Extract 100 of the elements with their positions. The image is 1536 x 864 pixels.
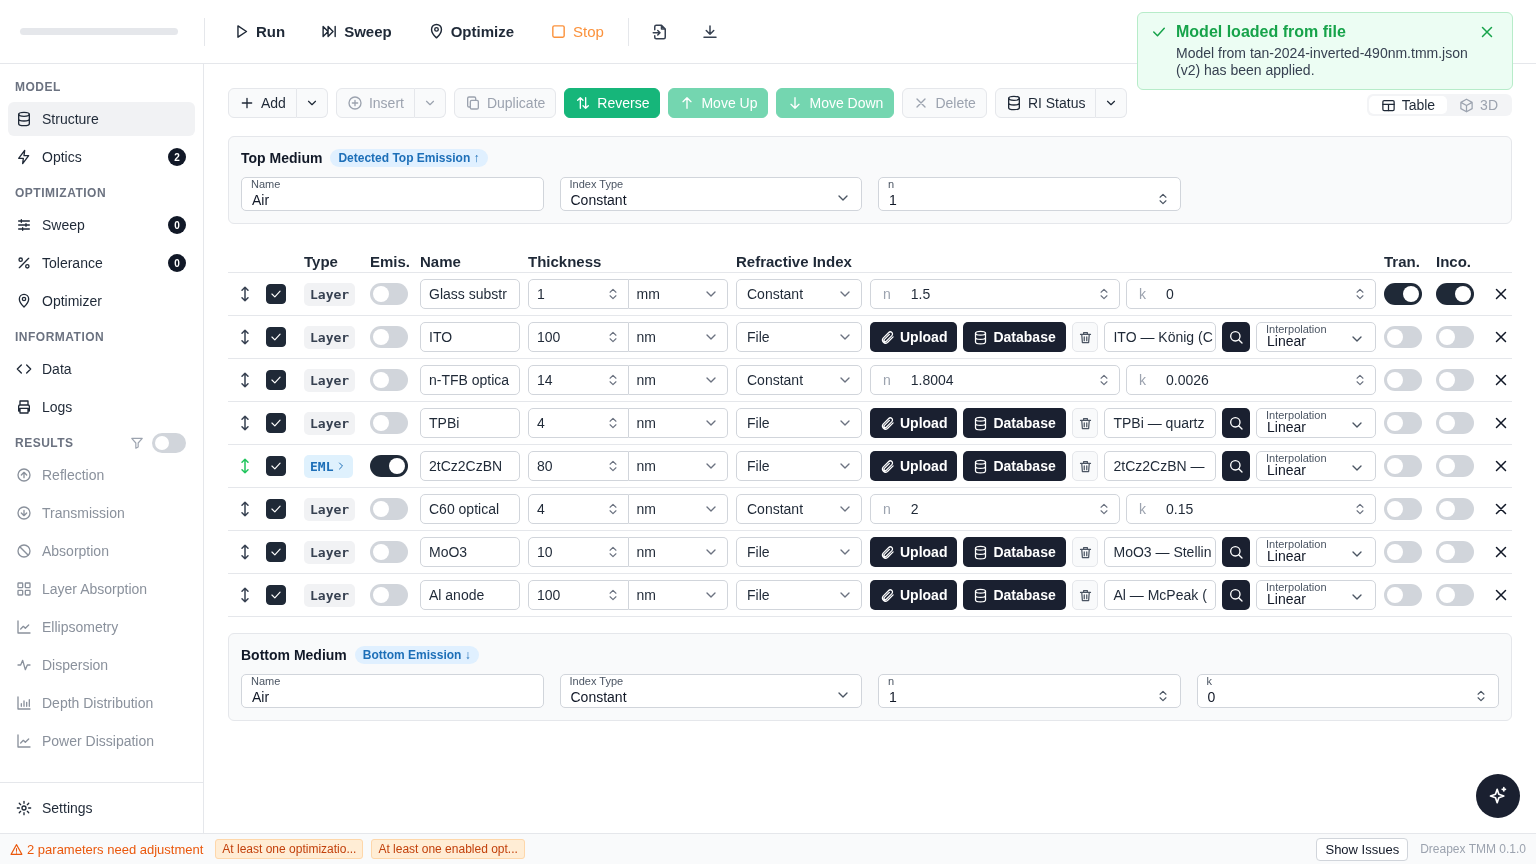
emission-toggle[interactable] <box>370 498 408 520</box>
index-type-select[interactable]: Constant <box>736 494 862 524</box>
thickness-field[interactable]: 100 <box>528 322 629 352</box>
sidebar-item[interactable]: Sweep 0 <box>8 208 195 242</box>
name-field[interactable]: Glass substr <box>420 279 520 309</box>
checkbox[interactable] <box>266 542 286 562</box>
name-field[interactable]: n-TFB optica <box>420 365 520 395</box>
material-field[interactable]: Al — McPeak ( <box>1104 580 1217 610</box>
incoherent-toggle[interactable] <box>1436 584 1474 606</box>
incoherent-toggle[interactable] <box>1436 498 1474 520</box>
thickness-field[interactable]: 1 <box>528 279 629 309</box>
unit-select[interactable]: nm <box>628 451 728 481</box>
index-type-select[interactable]: File <box>736 580 862 610</box>
checkbox[interactable] <box>266 370 286 390</box>
incoherent-toggle[interactable] <box>1436 283 1474 305</box>
thickness-field[interactable]: 14 <box>528 365 629 395</box>
thickness-field[interactable]: 4 <box>528 408 629 438</box>
k-field[interactable]: k 0 <box>1126 279 1376 309</box>
trash-button[interactable] <box>1071 408 1099 438</box>
input-field[interactable]: Name Air <box>241 674 544 708</box>
search-button[interactable] <box>1222 322 1250 352</box>
database-button[interactable]: Database <box>963 537 1066 567</box>
sidebar-item[interactable]: Optimizer <box>8 284 195 318</box>
emission-toggle[interactable] <box>370 541 408 563</box>
warning-chip[interactable]: At least one optimizatio... <box>215 839 364 859</box>
unit-select[interactable]: nm <box>628 365 728 395</box>
transparent-toggle[interactable] <box>1384 498 1422 520</box>
k-field[interactable]: k 0.15 <box>1126 494 1376 524</box>
checkbox[interactable] <box>266 413 286 433</box>
index-type-select[interactable]: File <box>736 322 862 352</box>
unit-select[interactable]: nm <box>628 580 728 610</box>
action-button[interactable]: RI Status <box>994 88 1097 118</box>
transparent-toggle[interactable] <box>1384 412 1422 434</box>
name-field[interactable]: ITO <box>420 322 520 352</box>
view-tab[interactable]: Table <box>1368 96 1448 114</box>
transparent-toggle[interactable] <box>1384 283 1422 305</box>
search-button[interactable] <box>1222 537 1250 567</box>
n-field[interactable]: n 1.5 <box>870 279 1120 309</box>
upload-button[interactable]: Upload <box>870 408 958 438</box>
database-button[interactable]: Database <box>963 322 1066 352</box>
checkbox[interactable] <box>266 284 286 304</box>
upload-button[interactable]: Upload <box>870 451 958 481</box>
input-field[interactable]: n 1 <box>878 177 1181 211</box>
sidebar-item[interactable]: Logs <box>8 390 195 424</box>
search-button[interactable] <box>1222 408 1250 438</box>
incoherent-toggle[interactable] <box>1436 541 1474 563</box>
n-field[interactable]: n 2 <box>870 494 1120 524</box>
emission-toggle[interactable] <box>370 369 408 391</box>
index-type-select[interactable]: Constant <box>736 279 862 309</box>
incoherent-toggle[interactable] <box>1436 369 1474 391</box>
toolbar-button[interactable]: Run <box>221 17 298 46</box>
unit-select[interactable]: nm <box>628 537 728 567</box>
emission-toggle[interactable] <box>370 412 408 434</box>
name-field[interactable]: TPBi <box>420 408 520 438</box>
index-type-select[interactable]: File <box>736 408 862 438</box>
trash-button[interactable] <box>1071 537 1099 567</box>
index-type-select[interactable]: Constant <box>736 365 862 395</box>
thickness-field[interactable]: 10 <box>528 537 629 567</box>
sidebar-item[interactable]: Tolerance 0 <box>8 246 195 280</box>
checkbox[interactable] <box>266 327 286 347</box>
layer-type-badge[interactable]: EML <box>304 454 354 478</box>
checkbox[interactable] <box>266 585 286 605</box>
input-field[interactable]: Name Air <box>241 177 544 211</box>
emission-toggle[interactable] <box>370 455 408 477</box>
transparent-toggle[interactable] <box>1384 584 1422 606</box>
index-type-select[interactable]: File <box>736 537 862 567</box>
incoherent-toggle[interactable] <box>1436 412 1474 434</box>
emission-toggle[interactable] <box>370 584 408 606</box>
sidebar-item[interactable]: Optics 2 <box>8 140 195 174</box>
thickness-field[interactable]: 4 <box>528 494 629 524</box>
filter-toggle[interactable] <box>152 433 186 453</box>
database-button[interactable]: Database <box>963 408 1066 438</box>
material-field[interactable]: TPBi — quartz <box>1104 408 1217 438</box>
upload-button[interactable]: Upload <box>870 537 958 567</box>
upload-button[interactable]: Upload <box>870 322 958 352</box>
incoherent-toggle[interactable] <box>1436 455 1474 477</box>
warning-chip[interactable]: At least one enabled opt... <box>371 839 525 859</box>
trash-button[interactable] <box>1071 451 1099 481</box>
action-button[interactable]: Add <box>228 88 297 118</box>
sidebar-item[interactable]: Data <box>8 352 195 386</box>
n-field[interactable]: n 1.8004 <box>870 365 1120 395</box>
name-field[interactable]: Al anode <box>420 580 520 610</box>
thickness-field[interactable]: 80 <box>528 451 629 481</box>
unit-select[interactable]: mm <box>628 279 728 309</box>
incoherent-toggle[interactable] <box>1436 326 1474 348</box>
interpolation-select[interactable]: Interpolation Linear <box>1256 322 1376 352</box>
search-button[interactable] <box>1222 451 1250 481</box>
emission-toggle[interactable] <box>370 326 408 348</box>
name-field[interactable]: 2tCz2CzBN <box>420 451 520 481</box>
k-field[interactable]: k 0.0026 <box>1126 365 1376 395</box>
sidebar-item[interactable]: Settings <box>8 791 195 825</box>
database-button[interactable]: Database <box>963 580 1066 610</box>
input-field[interactable]: n 1 <box>878 674 1181 708</box>
index-type-select[interactable]: Index Type Constant <box>559 177 862 211</box>
name-field[interactable]: MoO3 <box>420 537 520 567</box>
transparent-toggle[interactable] <box>1384 541 1422 563</box>
unit-select[interactable]: nm <box>628 494 728 524</box>
database-button[interactable]: Database <box>963 451 1066 481</box>
name-field[interactable]: C60 optical <box>420 494 520 524</box>
interpolation-select[interactable]: Interpolation Linear <box>1256 408 1376 438</box>
